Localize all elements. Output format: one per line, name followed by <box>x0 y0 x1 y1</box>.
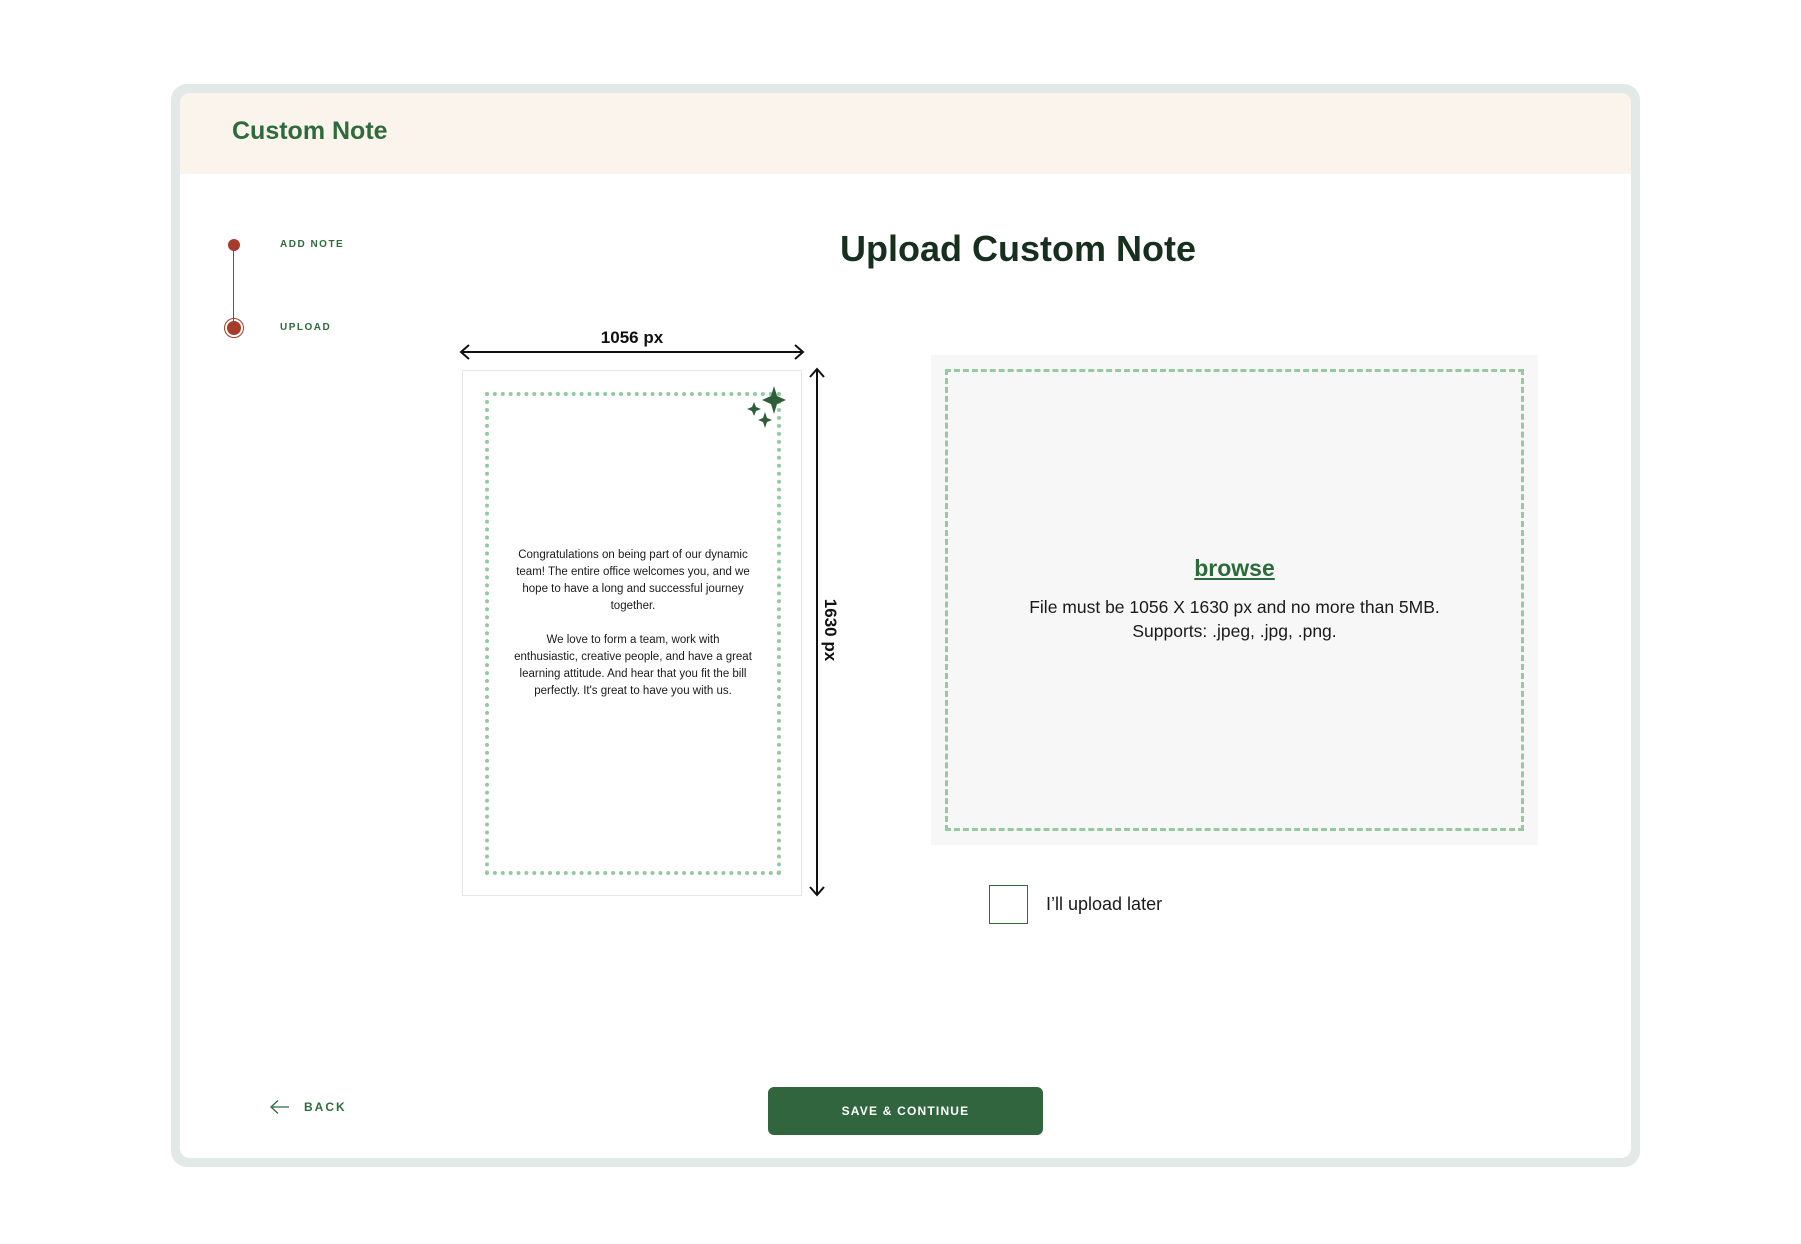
width-dimension-arrow <box>459 344 805 360</box>
sparkles-icon <box>747 386 786 428</box>
note-paragraph: We love to form a team, work with enthus… <box>514 634 752 697</box>
save-and-continue-button[interactable]: SAVE & CONTINUE <box>768 1087 1043 1135</box>
upload-dropzone[interactable]: browse File must be 1056 X 1630 px and n… <box>931 355 1538 845</box>
arrow-left-icon <box>270 1100 289 1114</box>
modal-header: Custom Note <box>180 93 1631 174</box>
upload-later-label[interactable]: I’ll upload later <box>1046 894 1162 915</box>
back-label: BACK <box>304 1100 347 1114</box>
note-paragraph: Congratulations on being part of our dyn… <box>516 549 750 612</box>
browse-link[interactable]: browse <box>1194 555 1275 581</box>
file-requirement-text: File must be 1056 X 1630 px and no more … <box>1029 597 1440 617</box>
page-title: Upload Custom Note <box>840 228 1196 269</box>
upload-later-checkbox[interactable] <box>989 885 1028 924</box>
back-button[interactable]: BACK <box>270 1100 347 1114</box>
note-preview-card: Congratulations on being part of our dyn… <box>462 370 802 896</box>
step-label-upload: UPLOAD <box>280 322 332 333</box>
height-dimension-label: 1630 px <box>821 598 840 662</box>
note-preview-text: Congratulations on being part of our dyn… <box>513 547 753 717</box>
step-dot-upload-current <box>224 318 244 338</box>
modal-title: Custom Note <box>232 117 388 145</box>
supported-formats-text: Supports: .jpeg, .jpg, .png. <box>1132 621 1337 641</box>
